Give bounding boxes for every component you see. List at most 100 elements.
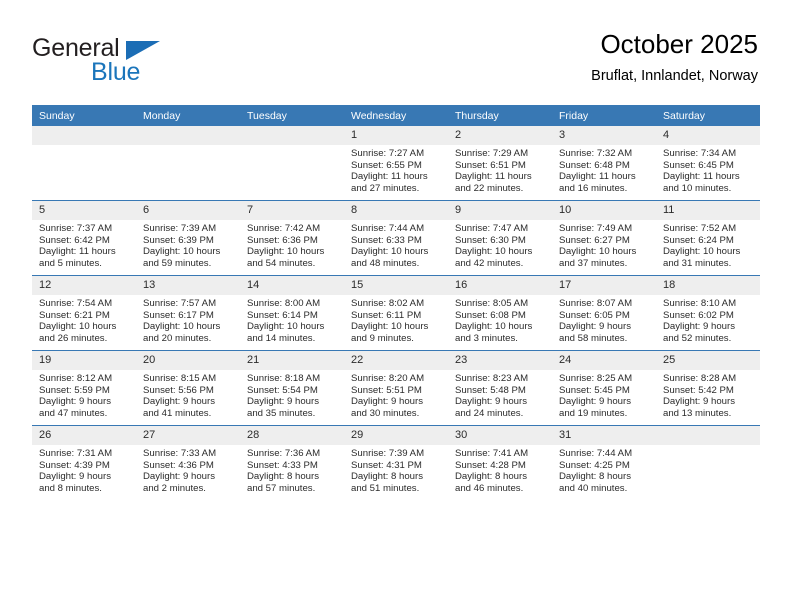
day-details: Sunrise: 8:15 AM Sunset: 5:56 PM Daylight:… [136,370,240,419]
day-number: 31 [552,426,656,445]
day-details: Sunrise: 7:41 AM Sunset: 4:28 PM Daylight:… [448,445,552,494]
day-number: 14 [240,276,344,295]
daylight-text-line1: Daylight: 10 hours [559,246,637,258]
day-number: 19 [32,351,136,370]
daylight-text-line2: and 59 minutes. [143,257,212,269]
calendar-day-cell[interactable]: 26 Sunrise: 7:31 AM Sunset: 4:39 PM Dayligh… [32,425,136,500]
sunset-text: Sunset: 6:30 PM [455,234,526,246]
calendar-week-row: 26 Sunrise: 7:31 AM Sunset: 4:39 PM Dayligh… [32,425,760,500]
sunset-text: Sunset: 4:33 PM [247,459,318,471]
calendar-day-cell[interactable]: 15 Sunrise: 8:02 AM Sunset: 6:11 PM Dayligh… [344,275,448,351]
page-title: October 2025 [600,29,758,59]
sunset-text: Sunset: 6:14 PM [247,309,318,321]
calendar-day-cell[interactable]: 30 Sunrise: 7:41 AM Sunset: 4:28 PM Dayligh… [448,425,552,500]
daylight-text-line1: Daylight: 10 hours [663,246,741,258]
day-number: 11 [656,201,760,220]
daylight-text-line2: and 5 minutes. [39,257,102,269]
calendar-day-cell[interactable]: 21 Sunrise: 8:18 AM Sunset: 5:54 PM Dayligh… [240,350,344,426]
calendar-day-cell[interactable]: 10 Sunrise: 7:49 AM Sunset: 6:27 PM Dayligh… [552,200,656,276]
day-number: 17 [552,276,656,295]
day-number: 8 [344,201,448,220]
sunset-text: Sunset: 6:51 PM [455,159,526,171]
title-block: October 2025 Bruflat, Innlandet, Norway [591,28,758,86]
sunset-text: Sunset: 6:21 PM [39,309,110,321]
sunset-text: Sunset: 6:36 PM [247,234,318,246]
daylight-text-line2: and 14 minutes. [247,332,316,344]
calendar-day-cell[interactable]: 14 Sunrise: 8:00 AM Sunset: 6:14 PM Dayligh… [240,275,344,351]
calendar-day-cell[interactable]: 2 Sunrise: 7:29 AM Sunset: 6:51 PM Daylight… [448,126,552,201]
day-details: Sunrise: 7:36 AM Sunset: 4:33 PM Daylight:… [240,445,344,494]
calendar-grid: Sunday Monday Tuesday Wednesday Thursday… [32,105,760,500]
calendar-day-cell[interactable]: 31 Sunrise: 7:44 AM Sunset: 4:25 PM Dayligh… [552,425,656,500]
sunrise-text: Sunrise: 7:47 AM [455,223,529,234]
daylight-text-line2: and 20 minutes. [143,332,212,344]
calendar-day-cell[interactable]: 19 Sunrise: 8:12 AM Sunset: 5:59 PM Dayligh… [32,350,136,426]
sunrise-text: Sunrise: 7:54 AM [39,298,113,309]
calendar-day-cell[interactable]: 4 Sunrise: 7:34 AM Sunset: 6:45 PM Daylight… [656,126,760,201]
daylight-text-line1: Daylight: 10 hours [247,246,325,258]
logo-text-blue: Blue [91,58,141,86]
calendar-day-cell[interactable]: 29 Sunrise: 7:39 AM Sunset: 4:31 PM Dayligh… [344,425,448,500]
daylight-text-line2: and 19 minutes. [559,407,628,419]
calendar-day-cell[interactable]: 24 Sunrise: 8:25 AM Sunset: 5:45 PM Dayligh… [552,350,656,426]
calendar-day-cell[interactable]: 25 Sunrise: 8:28 AM Sunset: 5:42 PM Dayligh… [656,350,760,426]
calendar-day-cell[interactable]: 9 Sunrise: 7:47 AM Sunset: 6:30 PM Daylight… [448,200,552,276]
calendar-day-cell[interactable]: 11 Sunrise: 7:52 AM Sunset: 6:24 PM Dayligh… [656,200,760,276]
sunset-text: Sunset: 6:48 PM [559,159,630,171]
sunrise-text: Sunrise: 8:02 AM [351,298,425,309]
day-details: Sunrise: 7:49 AM Sunset: 6:27 PM Daylight:… [552,220,656,269]
day-number: 6 [136,201,240,220]
calendar-day-cell[interactable]: 12 Sunrise: 7:54 AM Sunset: 6:21 PM Dayligh… [32,275,136,351]
sunrise-text: Sunrise: 7:34 AM [663,148,737,159]
weekday-header-saturday: Saturday [656,105,760,126]
calendar-day-cell[interactable]: 27 Sunrise: 7:33 AM Sunset: 4:36 PM Dayligh… [136,425,240,500]
day-number: 23 [448,351,552,370]
sunset-text: Sunset: 6:05 PM [559,309,630,321]
calendar-day-cell[interactable]: 5 Sunrise: 7:37 AM Sunset: 6:42 PM Daylight… [32,200,136,276]
sunset-text: Sunset: 5:42 PM [663,384,734,396]
day-details: Sunrise: 7:37 AM Sunset: 6:42 PM Daylight:… [32,220,136,269]
sunrise-text: Sunrise: 7:32 AM [559,148,633,159]
calendar-day-cell[interactable]: 20 Sunrise: 8:15 AM Sunset: 5:56 PM Dayligh… [136,350,240,426]
calendar-day-cell[interactable]: 3 Sunrise: 7:32 AM Sunset: 6:48 PM Daylight… [552,126,656,201]
calendar-day-cell[interactable]: 22 Sunrise: 8:20 AM Sunset: 5:51 PM Dayligh… [344,350,448,426]
day-number [136,126,240,145]
day-number: 12 [32,276,136,295]
calendar-day-cell[interactable]: 13 Sunrise: 7:57 AM Sunset: 6:17 PM Dayligh… [136,275,240,351]
sunset-text: Sunset: 6:17 PM [143,309,214,321]
calendar-day-cell[interactable]: 28 Sunrise: 7:36 AM Sunset: 4:33 PM Dayligh… [240,425,344,500]
sunset-text: Sunset: 6:24 PM [663,234,734,246]
daylight-text-line2: and 24 minutes. [455,407,524,419]
weekday-header-tuesday: Tuesday [240,105,344,126]
day-details: Sunrise: 8:05 AM Sunset: 6:08 PM Daylight:… [448,295,552,344]
sunrise-text: Sunrise: 8:05 AM [455,298,529,309]
calendar-week-row: 1 Sunrise: 7:27 AM Sunset: 6:55 PM Daylight… [32,126,760,201]
sunrise-text: Sunrise: 8:25 AM [559,373,633,384]
weekday-header-wednesday: Wednesday [344,105,448,126]
day-details: Sunrise: 7:32 AM Sunset: 6:48 PM Daylight:… [552,145,656,194]
sunrise-text: Sunrise: 7:41 AM [455,448,529,459]
calendar-day-cell-empty [240,126,344,201]
daylight-text-line1: Daylight: 8 hours [455,471,527,483]
daylight-text-line2: and 48 minutes. [351,257,420,269]
daylight-text-line1: Daylight: 10 hours [351,321,429,333]
calendar-day-cell[interactable]: 6 Sunrise: 7:39 AM Sunset: 6:39 PM Daylight… [136,200,240,276]
calendar-day-cell[interactable]: 23 Sunrise: 8:23 AM Sunset: 5:48 PM Dayligh… [448,350,552,426]
day-details: Sunrise: 8:02 AM Sunset: 6:11 PM Daylight:… [344,295,448,344]
day-details: Sunrise: 7:44 AM Sunset: 6:33 PM Daylight:… [344,220,448,269]
day-number: 15 [344,276,448,295]
day-number [32,126,136,145]
calendar-day-cell[interactable]: 16 Sunrise: 8:05 AM Sunset: 6:08 PM Dayligh… [448,275,552,351]
calendar-day-cell[interactable]: 8 Sunrise: 7:44 AM Sunset: 6:33 PM Daylight… [344,200,448,276]
calendar-day-cell[interactable]: 17 Sunrise: 8:07 AM Sunset: 6:05 PM Dayligh… [552,275,656,351]
weekday-header-sunday: Sunday [32,105,136,126]
day-number: 5 [32,201,136,220]
sunset-text: Sunset: 4:36 PM [143,459,214,471]
calendar-day-cell-empty [32,126,136,201]
calendar-day-cell[interactable]: 1 Sunrise: 7:27 AM Sunset: 6:55 PM Daylight… [344,126,448,201]
day-details: Sunrise: 7:39 AM Sunset: 4:31 PM Daylight:… [344,445,448,494]
day-details: Sunrise: 7:33 AM Sunset: 4:36 PM Daylight:… [136,445,240,494]
sunrise-text: Sunrise: 7:42 AM [247,223,321,234]
calendar-day-cell[interactable]: 7 Sunrise: 7:42 AM Sunset: 6:36 PM Daylight… [240,200,344,276]
calendar-day-cell[interactable]: 18 Sunrise: 8:10 AM Sunset: 6:02 PM Dayligh… [656,275,760,351]
